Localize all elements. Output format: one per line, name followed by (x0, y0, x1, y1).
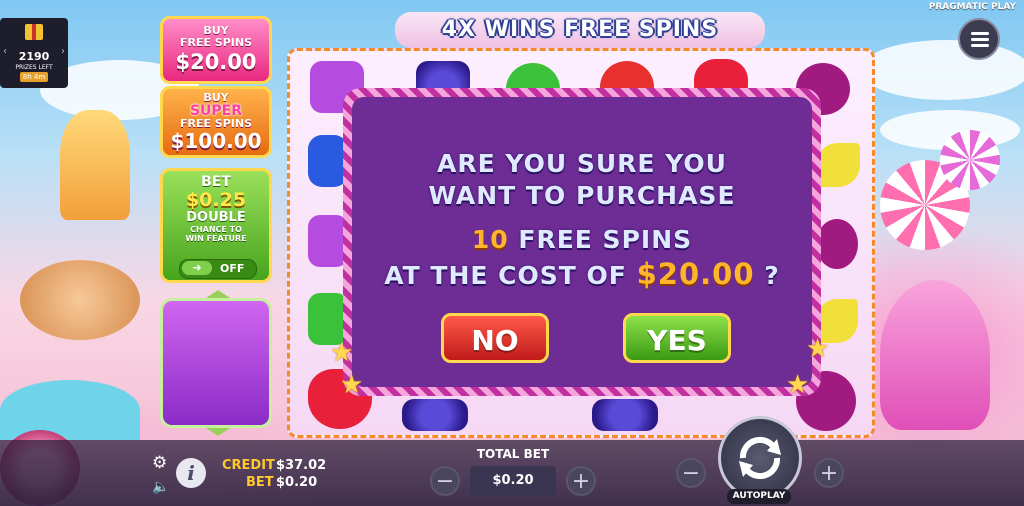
game-title-banner: 4X WINS FREE SPINS (395, 12, 765, 48)
cloud (860, 40, 1024, 100)
star-icon: ★ (806, 334, 830, 364)
speaker-icon[interactable]: 🔈 (152, 480, 169, 494)
total-bet-label: TOTAL BET (476, 447, 550, 461)
spins-text: FREE SPINS (518, 225, 693, 254)
total-bet-value: $0.20 (470, 466, 556, 496)
increase-bet-button[interactable]: + (566, 466, 596, 496)
hamburger-icon (971, 32, 989, 35)
purchase-confirm-dialog: ARE YOU SURE YOU WANT TO PURCHASE 10 FRE… (343, 88, 821, 396)
info-button[interactable]: i (176, 458, 206, 488)
dialog-line-3: 10 FREE SPINS (352, 225, 812, 254)
question-mark: ? (764, 261, 780, 290)
buy-super-free-spins-price: $100.00 (170, 129, 262, 153)
multiplier-panel (160, 298, 272, 428)
yes-button[interactable]: YES (623, 313, 731, 363)
super-label: SUPER (189, 103, 243, 119)
grapes-symbol (402, 399, 468, 431)
bet-label: BET (246, 475, 274, 490)
purple-candy-symbol (308, 215, 348, 267)
dialog-line-1: ARE YOU SURE YOU (437, 149, 727, 178)
bet-value: $0.20 (276, 475, 318, 490)
buy-super-free-spins-button[interactable]: BUY SUPER FREE SPINS $100.00 (160, 86, 272, 158)
provider-logo: PRAGMATIC PLAY (928, 2, 1016, 12)
plum-symbol (816, 219, 858, 269)
toggle-state: OFF (220, 262, 245, 275)
lollipop (940, 130, 1000, 190)
cookie-pile (20, 260, 140, 340)
prizes-label: PRIZES LEFT (15, 64, 53, 71)
star-icon: ★ (330, 338, 354, 368)
ante-bet-panel: BET $0.25 DOUBLE CHANCE TO WIN FEATURE ➜… (160, 168, 272, 283)
free-spins-label: FREE SPINS (179, 36, 253, 49)
chance-label: CHANCE TO (190, 225, 242, 234)
star-icon: ★ (340, 370, 364, 400)
arrow-up-icon (206, 290, 230, 298)
dialog-line-2: WANT TO PURCHASE (428, 181, 736, 210)
spins-count: 10 (471, 225, 509, 254)
menu-button[interactable] (958, 18, 1000, 60)
ice-cream-cone (60, 110, 130, 220)
credit-label: CREDIT (222, 458, 275, 473)
arrow-down-icon (206, 428, 230, 436)
frosting (0, 380, 140, 440)
credit-value: $37.02 (276, 458, 327, 473)
double-chance-toggle[interactable]: ➜ OFF (179, 259, 257, 279)
arrow-right-icon: ➜ (182, 261, 212, 275)
spin-increase-button[interactable]: + (814, 458, 844, 488)
double-label: DOUBLE (186, 210, 246, 225)
dialog-body: ARE YOU SURE YOU WANT TO PURCHASE 10 FRE… (352, 97, 812, 387)
grapes-symbol (592, 399, 658, 431)
spin-decrease-button[interactable]: − (676, 458, 706, 488)
win-feature-label: WIN FEATURE (185, 234, 247, 243)
refresh-icon (739, 436, 781, 480)
buy-free-spins-price: $20.00 (175, 50, 257, 74)
banana-symbol (816, 143, 860, 187)
prize-drop-widget[interactable]: ‹ › 2190 PRIZES LEFT 8h 4m (0, 18, 68, 88)
cost-value: $20.00 (636, 257, 755, 291)
gift-icon (25, 24, 43, 40)
blue-candy-symbol (308, 135, 348, 187)
cost-text: AT THE COST OF (384, 261, 627, 290)
prizes-count: 2190 (18, 50, 50, 63)
ante-bet-label: BET (201, 174, 231, 190)
prize-timer: 8h 4m (20, 72, 48, 82)
spin-button[interactable] (718, 416, 802, 500)
decrease-bet-button[interactable]: − (430, 466, 460, 496)
no-button[interactable]: NO (441, 313, 549, 363)
buy-free-spins-button[interactable]: BUY FREE SPINS $20.00 (160, 16, 272, 84)
dialog-line-4: AT THE COST OF $20.00 ? (352, 257, 812, 291)
ice-cream-swirl (880, 280, 990, 430)
gear-icon[interactable]: ⚙ (152, 455, 167, 472)
autoplay-button[interactable]: AUTOPLAY (727, 489, 791, 504)
star-icon: ★ (786, 370, 810, 400)
ante-bet-value: $0.25 (185, 189, 247, 211)
